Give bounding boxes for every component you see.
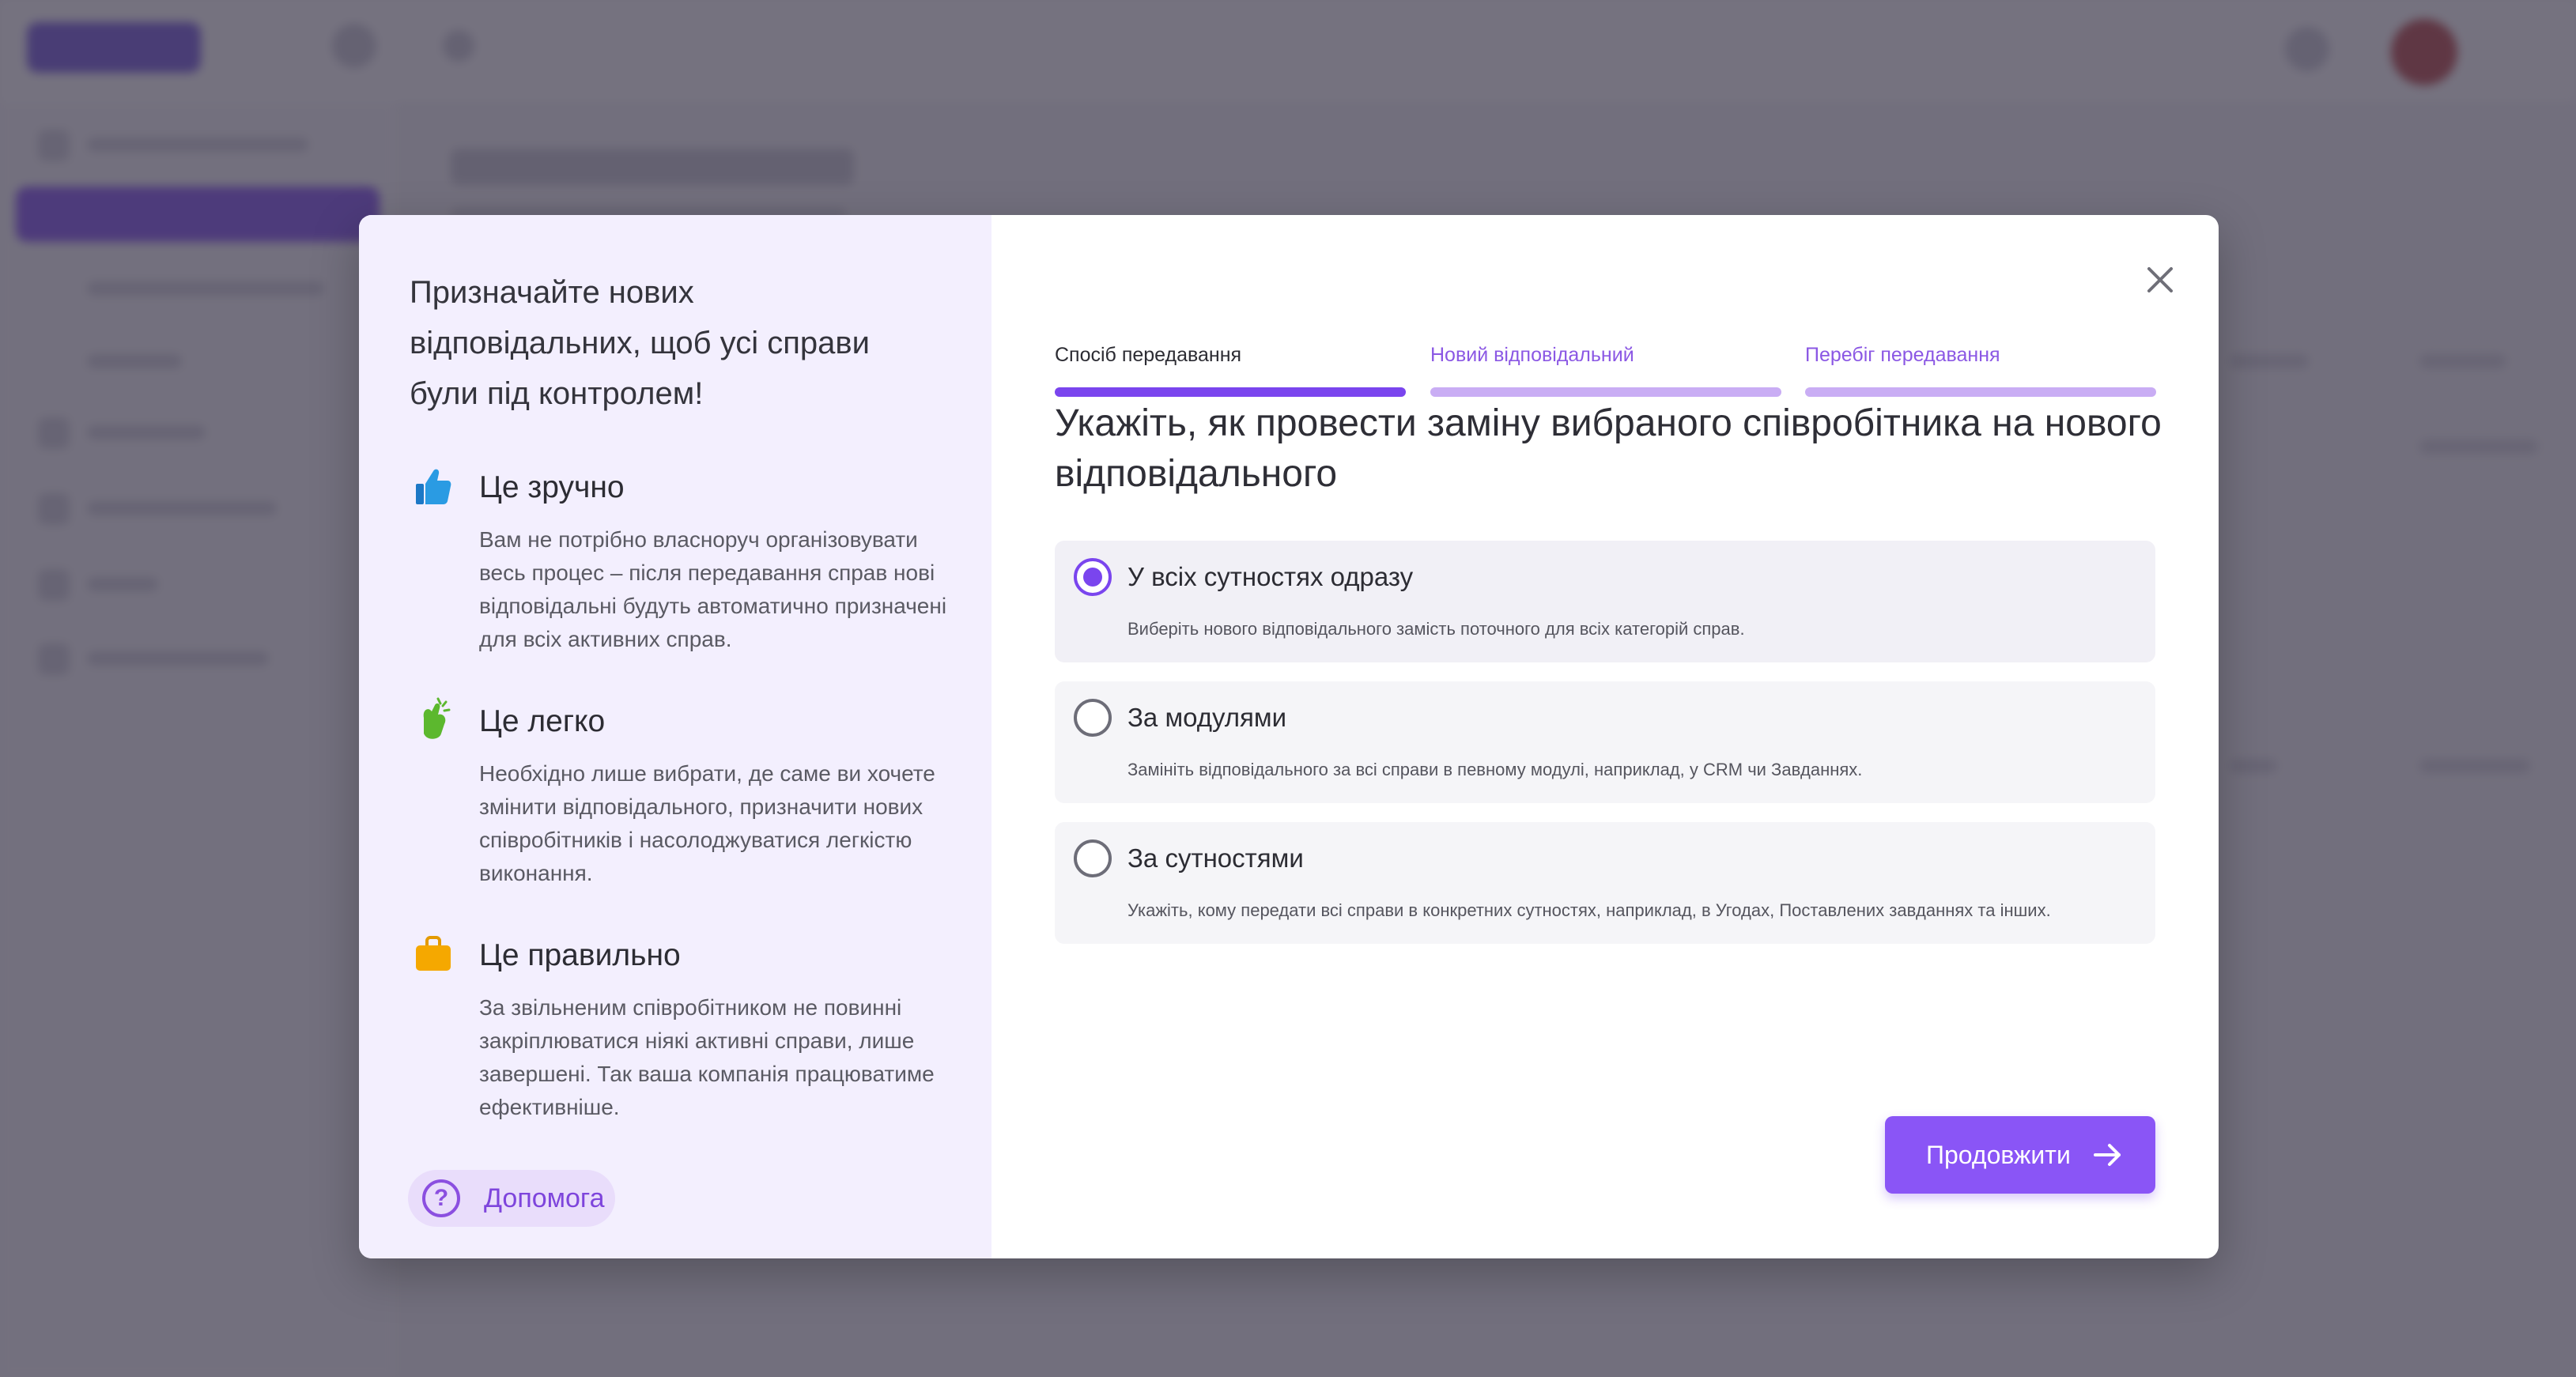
option-title: У всіх сутностях одразу: [1127, 562, 1414, 591]
feature-description: За звільненим співробітником не повинні …: [479, 995, 935, 1119]
feature-heading: Це легко: [479, 704, 606, 738]
option-description: Виберіть нового відповідального замість …: [1127, 619, 1745, 639]
continue-button[interactable]: Продовжити: [1885, 1116, 2155, 1194]
step-progress-bar: [1055, 387, 1406, 397]
option-all-entities[interactable]: У всіх сутностях одразу Виберіть нового …: [1055, 541, 2155, 662]
help-label: Допомога: [484, 1183, 605, 1213]
radio-button[interactable]: [1074, 699, 1112, 737]
step-label: Спосіб передавання: [1055, 344, 1242, 366]
question-icon: ?: [422, 1179, 460, 1217]
help-button[interactable]: ? Допомога: [408, 1170, 615, 1227]
promo-title: Призначайте нових відповідальних, щоб ус…: [410, 275, 870, 411]
arrow-right-icon: [2094, 1144, 2121, 1166]
option-title: За модулями: [1127, 703, 1287, 732]
option-description: Укажіть, кому передати всі справи в конк…: [1127, 900, 2051, 920]
step-new-responsible: Новий відповідальний: [1430, 343, 1781, 398]
step-label: Новий відповідальний: [1430, 344, 1634, 366]
step-progress-bar: [1430, 387, 1781, 397]
radio-button[interactable]: [1074, 839, 1112, 877]
feature-description: Вам не потрібно власноруч організовувати…: [479, 527, 947, 651]
radio-button[interactable]: [1074, 558, 1112, 596]
feature-heading: Це правильно: [479, 938, 681, 972]
feature-description: Необхідно лише вибрати, де саме ви хочет…: [479, 761, 935, 885]
briefcase-icon: [416, 936, 451, 971]
step-progress-bar: [1805, 387, 2156, 397]
transfer-responsibility-dialog: Призначайте нових відповідальних, щоб ус…: [359, 215, 2219, 1258]
feature-heading: Це зручно: [479, 470, 625, 504]
step-transfer-progress: Перебіг передавання: [1805, 343, 2156, 398]
option-title: За сутностями: [1127, 843, 1304, 873]
option-description: Замініть відповідального за всі справи в…: [1127, 760, 1863, 779]
step-label: Перебіг передавання: [1805, 344, 2000, 366]
close-icon[interactable]: [2141, 261, 2179, 299]
snap-fingers-icon: [423, 697, 451, 739]
step-method: Спосіб передавання: [1055, 343, 1406, 398]
continue-label: Продовжити: [1926, 1141, 2071, 1169]
promo-panel: Призначайте нових відповідальних, щоб ус…: [359, 215, 991, 1258]
dialog-title: Укажіть, як провести заміну вибраного сп…: [1055, 402, 2162, 495]
thumbs-up-icon: [416, 469, 451, 504]
option-by-modules[interactable]: За модулями Замініть відповідального за …: [1055, 681, 2155, 803]
option-by-entities[interactable]: За сутностями Укажіть, кому передати всі…: [1055, 822, 2155, 944]
